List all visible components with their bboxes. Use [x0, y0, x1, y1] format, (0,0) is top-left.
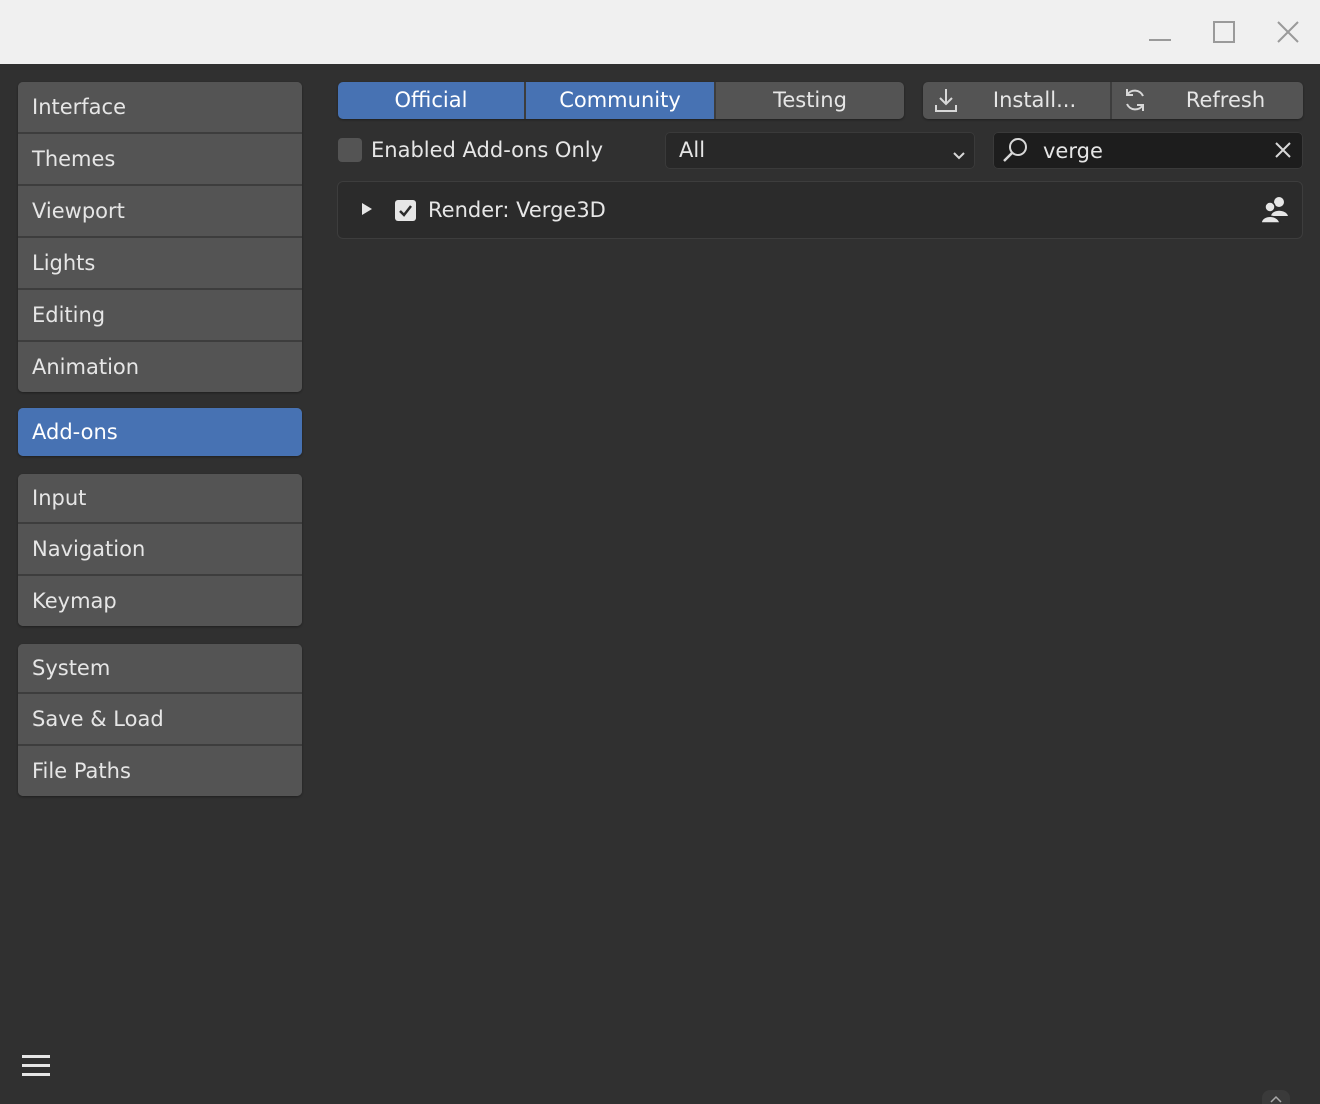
sidebar-item-editing[interactable]: Editing: [18, 290, 302, 342]
hamburger-menu-icon: [22, 1055, 50, 1076]
close-window-button[interactable]: [1268, 12, 1308, 52]
tab-community[interactable]: Community: [526, 82, 716, 119]
maximize-button[interactable]: [1204, 12, 1244, 52]
sidebar-group-system: System Save & Load File Paths: [18, 644, 302, 796]
enabled-only-checkbox[interactable]: [338, 138, 362, 162]
search-input[interactable]: [1043, 134, 1253, 167]
refresh-button[interactable]: Refresh: [1112, 82, 1303, 119]
install-label: Install...: [992, 88, 1077, 112]
category-dropdown[interactable]: All: [665, 132, 975, 169]
chevron-down-icon: [949, 140, 969, 177]
search-field[interactable]: [993, 132, 1303, 169]
refresh-icon: [1120, 85, 1150, 115]
preferences-menu-button[interactable]: [17, 1047, 55, 1085]
addon-name[interactable]: Render: Verge3D: [428, 194, 606, 226]
sidebar-item-keymap[interactable]: Keymap: [18, 576, 302, 626]
install-button[interactable]: Install...: [923, 82, 1112, 119]
addon-row: Render: Verge3D: [337, 181, 1303, 239]
sidebar-item-animation[interactable]: Animation: [18, 342, 302, 392]
sidebar-group-input: Input Navigation Keymap: [18, 474, 302, 626]
checkmark-icon: [399, 205, 412, 217]
install-refresh-group: Install... Refresh: [923, 82, 1303, 119]
chevron-up-icon: [1270, 1095, 1282, 1103]
minimize-button[interactable]: [1140, 12, 1180, 52]
clear-search-icon[interactable]: [1273, 140, 1293, 164]
expand-triangle-icon[interactable]: [359, 201, 375, 221]
sidebar-item-themes[interactable]: Themes: [18, 134, 302, 186]
community-users-icon: [1259, 194, 1291, 230]
sidebar-item-lights[interactable]: Lights: [18, 238, 302, 290]
addon-source-tabs: Official Community Testing: [338, 82, 904, 119]
sidebar-group-display: Interface Themes Viewport Lights Editing…: [18, 82, 302, 392]
sidebar-item-navigation[interactable]: Navigation: [18, 524, 302, 576]
download-icon: [931, 85, 961, 115]
minimize-icon: [1149, 39, 1171, 41]
tab-testing[interactable]: Testing: [716, 82, 904, 119]
enabled-only-label[interactable]: Enabled Add-ons Only: [371, 134, 603, 166]
window-titlebar: [0, 0, 1320, 64]
sidebar-item-system[interactable]: System: [18, 644, 302, 694]
sidebar-item-save-load[interactable]: Save & Load: [18, 694, 302, 746]
sidebar-item-viewport[interactable]: Viewport: [18, 186, 302, 238]
sidebar-item-interface[interactable]: Interface: [18, 82, 302, 134]
category-value: All: [679, 138, 706, 162]
addon-enabled-checkbox[interactable]: [395, 200, 416, 221]
tab-official[interactable]: Official: [338, 82, 526, 119]
search-icon: [1001, 135, 1031, 169]
sidebar-item-addons[interactable]: Add-ons: [18, 408, 302, 456]
close-icon: [1277, 21, 1299, 43]
maximize-icon: [1213, 21, 1235, 43]
region-toggle-button[interactable]: [1262, 1090, 1290, 1104]
sidebar-item-input[interactable]: Input: [18, 474, 302, 524]
sidebar-item-file-paths[interactable]: File Paths: [18, 746, 302, 796]
sidebar-group-addons: Add-ons: [18, 408, 302, 456]
preferences-content: Interface Themes Viewport Lights Editing…: [0, 64, 1320, 1104]
refresh-label: Refresh: [1185, 88, 1266, 112]
